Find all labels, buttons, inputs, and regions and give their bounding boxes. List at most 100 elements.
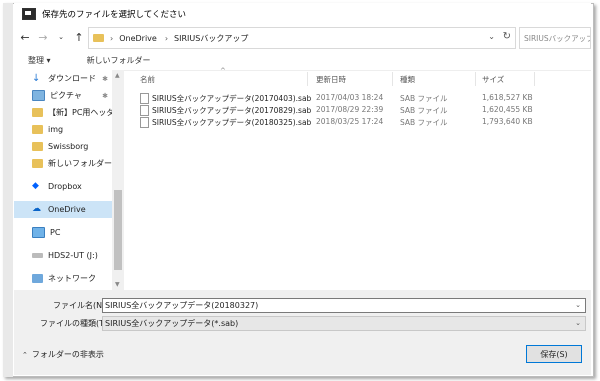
scrollbar-thumb[interactable] xyxy=(114,190,122,270)
file-list: ^ 名前 更新日時 種類 サイズ SIRIUS全バックアップデータ(201704… xyxy=(132,67,572,290)
file-size: 1,793,640 KB xyxy=(482,117,533,126)
sidebar-item-network[interactable]: ネットワーク xyxy=(14,270,124,287)
window-title: 保存先のファイルを選択してください xyxy=(42,10,186,20)
file-type: SAB ファイル xyxy=(400,94,448,103)
chevron-right-icon: › xyxy=(164,33,169,43)
file-name: SIRIUS全バックアップデータ(20170829).sab xyxy=(152,106,312,115)
file-icon xyxy=(140,93,149,104)
column-divider[interactable] xyxy=(392,72,393,86)
file-type: SAB ファイル xyxy=(400,118,448,127)
sidebar-item-label: Swissborg xyxy=(48,142,89,151)
sidebar-scrollbar[interactable]: ▲ ▼ xyxy=(112,70,124,290)
sidebar-item-pictures[interactable]: ピクチャ ✱ xyxy=(14,87,124,104)
caret-up-icon: ⌃ xyxy=(22,350,28,359)
column-header-row: ^ 名前 更新日時 種類 サイズ xyxy=(132,67,572,88)
save-options-panel: ファイル名(N): SIRIUS全バックアップデータ(20180327) ⌄ フ… xyxy=(14,290,591,375)
sidebar-item-label: ネットワーク xyxy=(48,274,96,283)
filename-input[interactable]: SIRIUS全バックアップデータ(20180327) ⌄ xyxy=(102,298,586,313)
sidebar-item-swissborg[interactable]: Swissborg xyxy=(14,138,124,155)
file-date: 2018/03/25 17:24 xyxy=(316,117,384,126)
scroll-down-icon[interactable]: ▼ xyxy=(115,281,120,288)
forward-button[interactable]: → xyxy=(36,31,50,44)
filetype-value: SIRIUS全バックアップデータ(*.sab) xyxy=(105,319,239,328)
chevron-right-icon: › xyxy=(110,33,114,43)
column-date[interactable]: 更新日時 xyxy=(316,74,346,85)
cloud-icon: ☁ xyxy=(32,204,41,214)
dropbox-icon: ◆ xyxy=(32,181,39,191)
search-placeholder: SIRIUSバックアップの... xyxy=(524,33,591,43)
hide-folders-toggle[interactable]: ⌃ フォルダーの非表示 xyxy=(22,349,104,360)
sidebar-item-downloads[interactable]: ↓ ダウンロード ✱ xyxy=(14,70,124,87)
file-icon xyxy=(140,117,149,128)
window-edge xyxy=(3,3,13,377)
file-row[interactable]: SIRIUS全バックアップデータ(20170403).sab 2017/04/0… xyxy=(132,92,572,104)
back-button[interactable]: ← xyxy=(18,31,32,44)
sidebar-item-drive-j[interactable]: HDS2-UT (J:) xyxy=(14,247,124,264)
pin-icon: ✱ xyxy=(102,91,108,100)
file-type: SAB ファイル xyxy=(400,106,448,115)
arrow-up-icon: ↑ xyxy=(74,30,84,44)
navigation-pane: ↓ ダウンロード ✱ ピクチャ ✱ 【新】PC用ヘッダー img Swissbo… xyxy=(14,70,124,290)
window-icon xyxy=(22,8,36,20)
download-icon: ↓ xyxy=(32,73,41,84)
filetype-select[interactable]: SIRIUS全バックアップデータ(*.sab) ⌄ xyxy=(102,316,586,331)
file-date: 2017/08/29 22:39 xyxy=(316,105,384,114)
sidebar-item-dropbox[interactable]: ◆ Dropbox xyxy=(14,178,124,195)
sidebar-item-pc[interactable]: PC xyxy=(14,224,124,241)
chevron-down-icon[interactable]: ⌄ xyxy=(575,319,581,327)
sidebar-item-label: img xyxy=(48,125,64,134)
folder-icon xyxy=(32,125,43,134)
folder-icon xyxy=(32,159,43,168)
breadcrumb-sirius-backup[interactable]: SIRIUSバックアップ xyxy=(174,33,248,44)
filetype-label: ファイルの種類(T): xyxy=(40,319,110,328)
sidebar-item-label: OneDrive xyxy=(48,205,86,214)
sidebar-item-label: HDS2-UT (J:) xyxy=(48,251,98,260)
column-size[interactable]: サイズ xyxy=(482,74,504,85)
pictures-icon xyxy=(32,90,45,101)
column-type[interactable]: 種類 xyxy=(400,74,415,85)
drive-icon xyxy=(32,253,43,258)
file-date: 2017/04/03 18:24 xyxy=(316,93,384,102)
search-box[interactable]: SIRIUSバックアップの... xyxy=(519,27,591,49)
sidebar-item-onedrive[interactable]: ☁ OneDrive xyxy=(14,201,124,218)
sort-ascending-icon: ^ xyxy=(220,67,226,75)
address-bar[interactable]: › OneDrive › SIRIUSバックアップ ⌄ ↻ xyxy=(88,27,516,49)
file-row[interactable]: SIRIUS全バックアップデータ(20180325).sab 2018/03/2… xyxy=(132,116,572,128)
network-icon xyxy=(32,274,43,283)
folder-icon xyxy=(93,34,104,42)
column-name[interactable]: 名前 xyxy=(140,74,155,85)
file-name: SIRIUS全バックアップデータ(20170403).sab xyxy=(152,94,312,103)
sidebar-item-new-folder[interactable]: 新しいフォルダー xyxy=(14,155,124,172)
hide-folders-label: フォルダーの非表示 xyxy=(31,350,104,359)
filename-value: SIRIUS全バックアップデータ(20180327) xyxy=(105,301,259,310)
refresh-icon[interactable]: ↻ xyxy=(503,31,511,42)
title-bar: 保存先のファイルを選択してください xyxy=(14,3,591,25)
save-button[interactable]: 保存(S) xyxy=(526,345,582,363)
file-name: SIRIUS全バックアップデータ(20180325).sab xyxy=(152,118,312,127)
sidebar-item-img[interactable]: img xyxy=(14,121,124,138)
sidebar-item-label: ピクチャ xyxy=(50,91,82,100)
save-button-label: 保存(S) xyxy=(540,349,568,359)
address-dropdown-icon[interactable]: ⌄ xyxy=(488,32,495,41)
up-button[interactable]: ↑ xyxy=(72,31,86,44)
chevron-down-icon: ⌄ xyxy=(58,33,64,41)
arrow-left-icon: ← xyxy=(20,30,30,44)
navigation-bar: ← → ⌄ ↑ › OneDrive › SIRIUSバックアップ ⌄ ↻ SI… xyxy=(14,25,591,49)
sidebar-item-label: ダウンロード xyxy=(48,74,96,83)
column-divider[interactable] xyxy=(475,72,476,86)
file-icon xyxy=(140,105,149,116)
file-row[interactable]: SIRIUS全バックアップデータ(20170829).sab 2017/08/2… xyxy=(132,104,572,116)
breadcrumb-onedrive[interactable]: OneDrive xyxy=(119,34,157,43)
new-folder-button[interactable]: 新しいフォルダー xyxy=(87,55,151,66)
scroll-up-icon[interactable]: ▲ xyxy=(115,72,120,79)
chevron-down-icon[interactable]: ⌄ xyxy=(575,301,581,309)
computer-icon xyxy=(32,227,45,238)
column-divider[interactable] xyxy=(307,72,308,86)
sidebar-item-pc-header[interactable]: 【新】PC用ヘッダー xyxy=(14,104,124,121)
recent-locations-button[interactable]: ⌄ xyxy=(54,33,68,41)
sidebar-item-label: Dropbox xyxy=(48,182,82,191)
sidebar-item-label: 新しいフォルダー xyxy=(48,159,112,168)
column-divider[interactable] xyxy=(534,72,535,86)
organize-menu[interactable]: 整理 ▾ xyxy=(28,55,51,66)
file-size: 1,620,455 KB xyxy=(482,105,533,114)
